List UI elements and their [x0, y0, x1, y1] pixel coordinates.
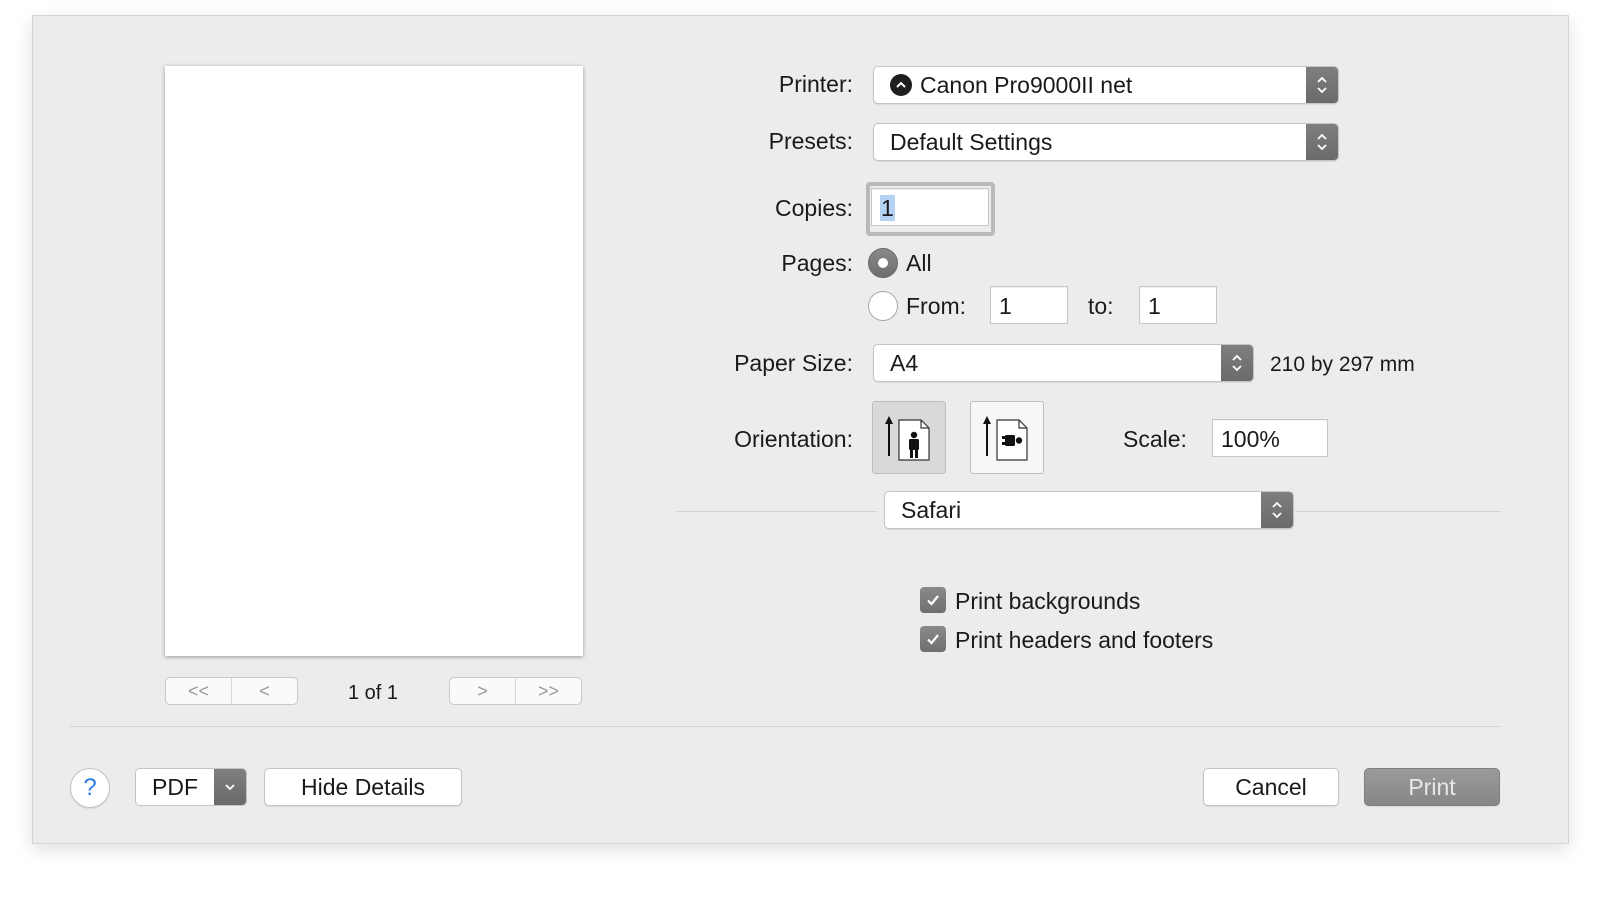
- print-button[interactable]: Print: [1364, 768, 1500, 806]
- pages-range-radio[interactable]: [868, 291, 898, 321]
- help-button[interactable]: ?: [70, 768, 110, 808]
- print-headers-footers-label: Print headers and footers: [955, 627, 1214, 653]
- cancel-button[interactable]: Cancel: [1203, 768, 1339, 806]
- paper-size-label: Paper Size:: [734, 350, 853, 376]
- print-backgrounds-label: Print backgrounds: [955, 588, 1141, 614]
- preview-nav-forward-group: > >>: [449, 677, 582, 705]
- presets-label: Presets:: [768, 128, 853, 154]
- hide-details-button[interactable]: Hide Details: [264, 768, 462, 806]
- paper-size-popup[interactable]: A4: [873, 344, 1254, 382]
- last-page-button[interactable]: >>: [515, 678, 581, 704]
- section-divider-right: [1295, 511, 1501, 512]
- first-page-button[interactable]: <<: [166, 678, 231, 704]
- up-down-stepper-icon: [1306, 67, 1338, 103]
- copies-field[interactable]: 1: [871, 188, 989, 226]
- scale-label: Scale:: [1123, 426, 1187, 452]
- app-options-value: Safari: [901, 496, 962, 523]
- double-chevron-right-icon: >>: [537, 680, 560, 701]
- app-options-popup[interactable]: Safari: [884, 491, 1294, 529]
- pages-label: Pages:: [781, 250, 853, 276]
- footer-divider: [70, 726, 1501, 727]
- previous-page-button[interactable]: <: [231, 678, 297, 704]
- pages-all-radio[interactable]: [868, 248, 898, 278]
- presets-popup[interactable]: Default Settings: [873, 123, 1339, 161]
- orientation-label: Orientation:: [734, 426, 853, 452]
- print-backgrounds-checkbox[interactable]: [920, 587, 946, 613]
- pdf-menu-button[interactable]: PDF: [135, 768, 247, 806]
- printer-popup[interactable]: Canon Pro9000II net: [873, 66, 1339, 104]
- print-headers-footers-checkbox[interactable]: [920, 626, 946, 652]
- chevron-down-icon: [214, 769, 246, 805]
- chevron-left-icon: <: [259, 680, 270, 701]
- printer-value: Canon Pro9000II net: [920, 71, 1133, 98]
- pages-from-label: From:: [906, 293, 967, 319]
- print-dialog: << < 1 of 1 > >> Printer: Canon Pro9000I…: [32, 15, 1569, 844]
- landscape-orientation-button[interactable]: [970, 401, 1044, 474]
- paper-size-dimensions: 210 by 297 mm: [1270, 353, 1415, 376]
- checkmark-icon: [927, 595, 939, 606]
- section-divider-left: [677, 511, 877, 512]
- paper-size-value: A4: [890, 349, 919, 376]
- copies-label: Copies:: [775, 195, 853, 221]
- pdf-label: PDF: [152, 773, 198, 800]
- pages-to-label: to:: [1088, 293, 1114, 319]
- presets-value: Default Settings: [890, 128, 1053, 155]
- page-preview: [165, 66, 583, 656]
- scale-field[interactable]: 100%: [1212, 419, 1328, 457]
- portrait-orientation-icon: [885, 415, 930, 461]
- printer-status-icon: [890, 74, 912, 96]
- up-down-stepper-icon: [1261, 492, 1293, 528]
- pages-to-field[interactable]: 1: [1139, 286, 1217, 324]
- chevron-right-icon: >: [477, 680, 488, 701]
- preview-nav-back-group: << <: [165, 677, 298, 705]
- printer-label: Printer:: [778, 71, 853, 97]
- portrait-orientation-button[interactable]: [872, 401, 946, 474]
- up-down-stepper-icon: [1306, 124, 1338, 160]
- up-down-stepper-icon: [1221, 345, 1253, 381]
- copies-value: 1: [880, 195, 895, 221]
- double-chevron-left-icon: <<: [187, 680, 210, 701]
- checkmark-icon: [927, 634, 939, 645]
- landscape-orientation-icon: [983, 415, 1028, 461]
- next-page-button[interactable]: >: [450, 678, 515, 704]
- pages-from-field[interactable]: 1: [990, 286, 1068, 324]
- help-icon: ?: [83, 774, 97, 801]
- pages-all-label: All: [906, 250, 932, 276]
- page-count: 1 of 1: [347, 682, 399, 704]
